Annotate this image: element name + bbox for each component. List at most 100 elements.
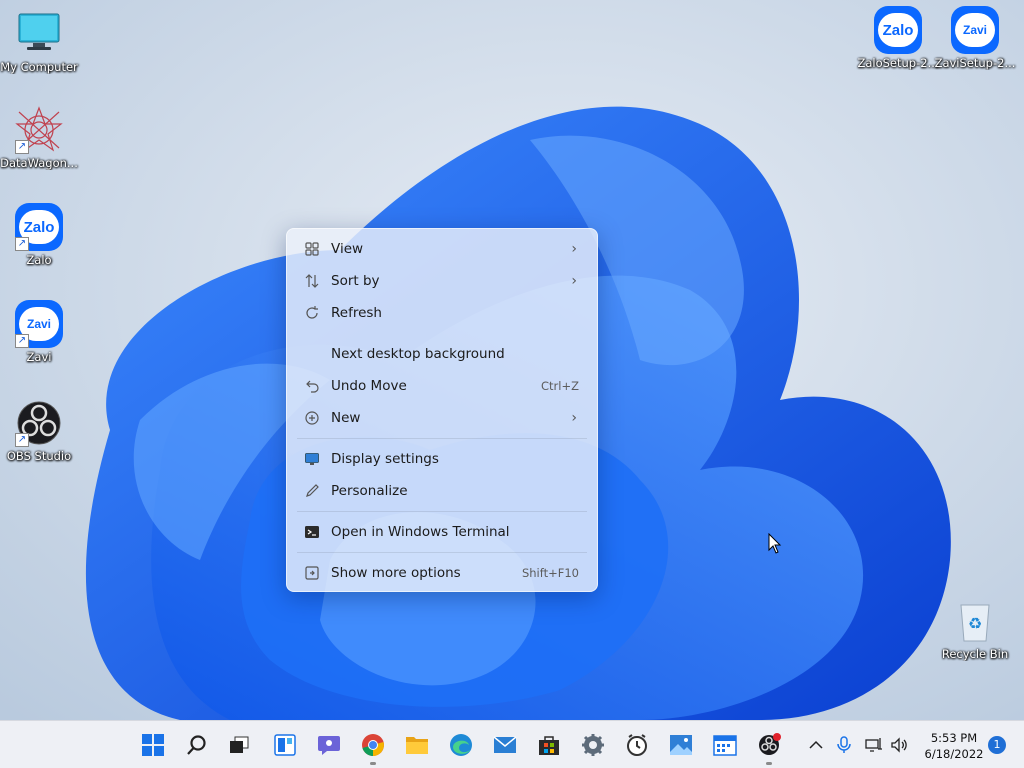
- menu-item-new[interactable]: New ›: [291, 402, 593, 434]
- desktop-icon-label: Recycle Bin: [941, 647, 1009, 661]
- widgets-icon: [274, 734, 296, 756]
- edge-button[interactable]: [444, 728, 478, 762]
- menu-item-next-background[interactable]: Next desktop background: [291, 338, 593, 370]
- file-explorer-icon: [406, 737, 428, 754]
- menu-item-label: Sort by: [331, 273, 380, 289]
- task-view-icon: [230, 736, 249, 753]
- desktop-icon-datawagon[interactable]: ↗ DataWagon...: [0, 106, 81, 170]
- shortcut-arrow-icon: ↗: [15, 334, 29, 348]
- menu-item-label: Personalize: [331, 483, 408, 499]
- menu-separator: [297, 511, 587, 512]
- menu-item-open-terminal[interactable]: Open in Windows Terminal: [291, 516, 593, 548]
- recycle-bin-icon: ♻: [951, 597, 999, 645]
- menu-item-undo-move[interactable]: Undo Move Ctrl+Z: [291, 370, 593, 402]
- menu-item-label: Refresh: [331, 305, 382, 321]
- photos-button[interactable]: [664, 728, 698, 762]
- menu-item-label: Undo Move: [331, 378, 407, 394]
- settings-icon: [582, 734, 604, 756]
- menu-item-sort-by[interactable]: Sort by ›: [291, 265, 593, 297]
- desktop-icon-zalo-setup[interactable]: Zalo ZaloSetup-2...: [856, 6, 940, 70]
- menu-item-refresh[interactable]: Refresh: [291, 297, 593, 329]
- clock-time: 5:53 PM: [930, 731, 978, 745]
- monitor-icon: [15, 10, 63, 58]
- menu-separator: [297, 333, 587, 334]
- terminal-icon: [293, 524, 331, 540]
- calendar-button[interactable]: [708, 728, 742, 762]
- start-button[interactable]: [136, 728, 170, 762]
- taskbar: 5:53 PM 6/18/2022 1: [0, 720, 1024, 768]
- chrome-icon: [362, 734, 384, 756]
- chat-icon: [318, 736, 340, 755]
- desktop-icon-label: Zavi: [26, 350, 52, 364]
- menu-item-display-settings[interactable]: Display settings: [291, 443, 593, 475]
- svg-text:♻: ♻: [968, 614, 982, 633]
- menu-item-view[interactable]: View ›: [291, 233, 593, 265]
- mouse-cursor-icon: [768, 533, 782, 554]
- network-icon: [865, 738, 882, 752]
- desktop-icon-label: ZaviSetup-2...: [934, 56, 1016, 70]
- menu-item-shortcut: Shift+F10: [521, 566, 579, 580]
- menu-item-personalize[interactable]: Personalize: [291, 475, 593, 507]
- desktop-icon-recycle-bin[interactable]: ♻ Recycle Bin: [933, 597, 1017, 661]
- desktop-icon-zavi[interactable]: Zavi ↗ Zavi: [0, 300, 81, 364]
- taskbar-search-button[interactable]: [180, 728, 214, 762]
- obs-icon: [759, 733, 781, 755]
- desktop-icon-zalo[interactable]: Zalo ↗ Zalo: [0, 203, 81, 267]
- undo-icon: [293, 378, 331, 394]
- menu-item-label: View: [331, 241, 364, 257]
- clock-app-button[interactable]: [620, 728, 654, 762]
- menu-item-shortcut: Ctrl+Z: [541, 379, 579, 393]
- view-grid-icon: [293, 241, 331, 257]
- chevron-right-icon: ›: [571, 410, 577, 426]
- more-options-icon: [293, 565, 331, 581]
- menu-item-label: Next desktop background: [331, 346, 505, 362]
- datawagon-logo-icon: ↗: [15, 106, 63, 154]
- desktop-context-menu: View › Sort by › Refresh Next desktop ba…: [286, 228, 598, 592]
- store-button[interactable]: [532, 728, 566, 762]
- notification-badge[interactable]: 1: [988, 736, 1006, 754]
- zavi-setup-logo-icon: Zavi: [951, 6, 999, 54]
- mail-button[interactable]: [488, 728, 522, 762]
- widgets-button[interactable]: [268, 728, 302, 762]
- zavi-logo-icon: Zavi ↗: [15, 300, 63, 348]
- clock-app-icon: [627, 734, 647, 756]
- microphone-button[interactable]: [832, 731, 856, 759]
- settings-button[interactable]: [576, 728, 610, 762]
- menu-separator: [297, 552, 587, 553]
- desktop-icon-zavi-setup[interactable]: Zavi ZaviSetup-2...: [933, 6, 1017, 70]
- store-icon: [539, 736, 559, 755]
- menu-item-label: Open in Windows Terminal: [331, 524, 510, 540]
- show-hidden-icons-button[interactable]: [804, 731, 828, 759]
- obs-logo-icon: ↗: [15, 399, 63, 447]
- pen-icon: [293, 483, 331, 499]
- desktop-icon-label: ZaloSetup-2...: [857, 56, 939, 70]
- desktop-icon-label: My Computer: [0, 60, 78, 74]
- chat-button[interactable]: [312, 728, 346, 762]
- sort-icon: [293, 273, 331, 289]
- microphone-icon: [837, 736, 851, 753]
- running-indicator: [766, 762, 772, 765]
- desktop-icon-label: Zalo: [26, 253, 52, 267]
- chrome-button[interactable]: [356, 728, 390, 765]
- menu-item-show-more-options[interactable]: Show more options Shift+F10: [291, 557, 593, 589]
- volume-button[interactable]: [888, 731, 912, 759]
- file-explorer-button[interactable]: [400, 728, 434, 762]
- desktop-icon-obs[interactable]: ↗ OBS Studio: [0, 399, 81, 463]
- edge-icon: [450, 734, 472, 756]
- chevron-right-icon: ›: [571, 241, 577, 257]
- task-view-button[interactable]: [222, 728, 256, 762]
- shortcut-arrow-icon: ↗: [15, 237, 29, 251]
- taskbar-clock[interactable]: 5:53 PM 6/18/2022: [918, 730, 990, 762]
- new-plus-icon: [293, 410, 331, 426]
- zalo-logo-icon: Zalo ↗: [15, 203, 63, 251]
- menu-item-label: Display settings: [331, 451, 439, 467]
- clock-date: 6/18/2022: [924, 747, 984, 761]
- shortcut-arrow-icon: ↗: [15, 433, 29, 447]
- desktop-icon-my-computer[interactable]: My Computer: [0, 10, 81, 74]
- network-button[interactable]: [862, 731, 886, 759]
- mail-icon: [493, 736, 517, 753]
- refresh-icon: [293, 305, 331, 321]
- obs-taskbar-button[interactable]: [752, 728, 786, 765]
- desktop-icon-label: DataWagon...: [0, 156, 78, 170]
- calendar-icon: [713, 735, 737, 756]
